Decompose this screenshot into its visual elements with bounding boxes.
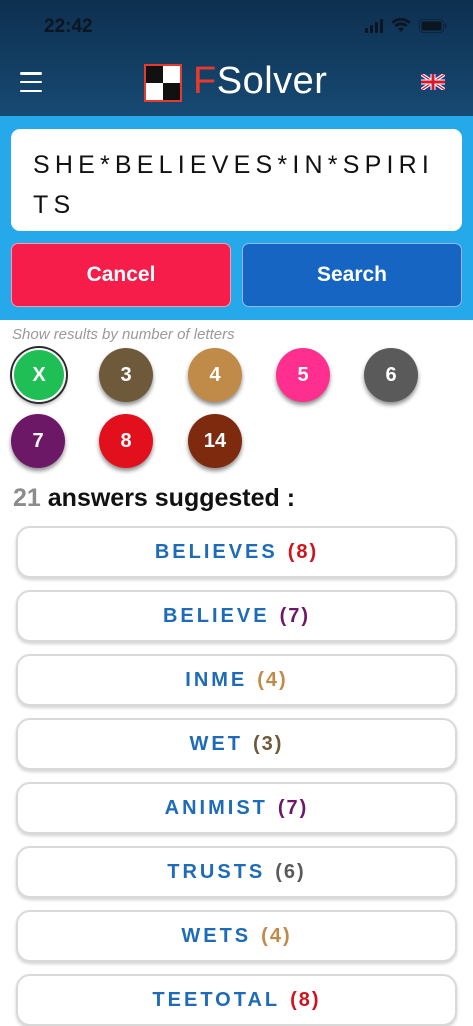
answer-word: TRUSTS [167, 860, 266, 883]
answer-length: (6) [275, 860, 306, 883]
answer-word: TEETOTAL [152, 988, 281, 1011]
answer-length: (3) [252, 732, 284, 755]
filter-clear-button[interactable]: X [12, 348, 66, 402]
answer-item[interactable]: WET (3) [16, 718, 457, 770]
answer-word: BELIEVES [154, 540, 278, 563]
battery-icon [419, 18, 447, 33]
uk-flag-icon[interactable] [420, 72, 446, 95]
search-panel: SHE*BELIEVES*IN*SPIRITS Cancel Search [0, 116, 473, 320]
answer-item[interactable]: INME (4) [16, 654, 457, 706]
status-icons [365, 18, 447, 33]
answer-word: BELIEVE [162, 604, 270, 627]
filter-length-8[interactable]: 8 [99, 414, 153, 468]
answer-item[interactable]: BELIEVES (8) [16, 526, 457, 578]
answers-heading: 21 answers suggested : [13, 484, 296, 512]
filter-length-14[interactable]: 14 [188, 414, 242, 468]
filter-hint: Show results by number of letters [12, 326, 235, 343]
search-button[interactable]: Search [242, 243, 462, 307]
cellular-signal-icon [365, 18, 383, 33]
hamburger-menu-icon[interactable] [20, 72, 42, 92]
answer-item[interactable]: TRUSTS (6) [16, 846, 457, 898]
top-bar: 22:42 FSolver [0, 0, 473, 116]
answer-length: (4) [257, 668, 288, 691]
answer-word: WETS [181, 924, 252, 947]
wifi-icon [391, 18, 411, 33]
query-input[interactable]: SHE*BELIEVES*IN*SPIRITS [11, 129, 462, 231]
filter-length-3[interactable]: 3 [99, 348, 153, 402]
answer-item[interactable]: BELIEVE (7) [16, 590, 457, 642]
answer-length: (8) [290, 988, 321, 1011]
answer-item[interactable]: TEETOTAL (8) [16, 974, 457, 1026]
app-title: FSolver [193, 60, 328, 102]
answer-length: (8) [287, 540, 319, 563]
answer-word: ANIMIST [164, 796, 268, 819]
answer-length: (7) [279, 604, 311, 627]
answer-item[interactable]: WETS (4) [16, 910, 457, 962]
filter-length-4[interactable]: 4 [188, 348, 242, 402]
cancel-button[interactable]: Cancel [11, 243, 231, 307]
answer-word: WET [189, 732, 243, 755]
filter-length-6[interactable]: 6 [364, 348, 418, 402]
crossword-logo-icon [144, 64, 182, 107]
status-time: 22:42 [44, 16, 93, 37]
filter-length-7[interactable]: 7 [11, 414, 65, 468]
answer-item[interactable]: ANIMIST (7) [16, 782, 457, 834]
answer-length: (7) [277, 796, 309, 819]
answer-word: INME [185, 668, 248, 691]
answer-length: (4) [261, 924, 292, 947]
filter-length-5[interactable]: 5 [276, 348, 330, 402]
